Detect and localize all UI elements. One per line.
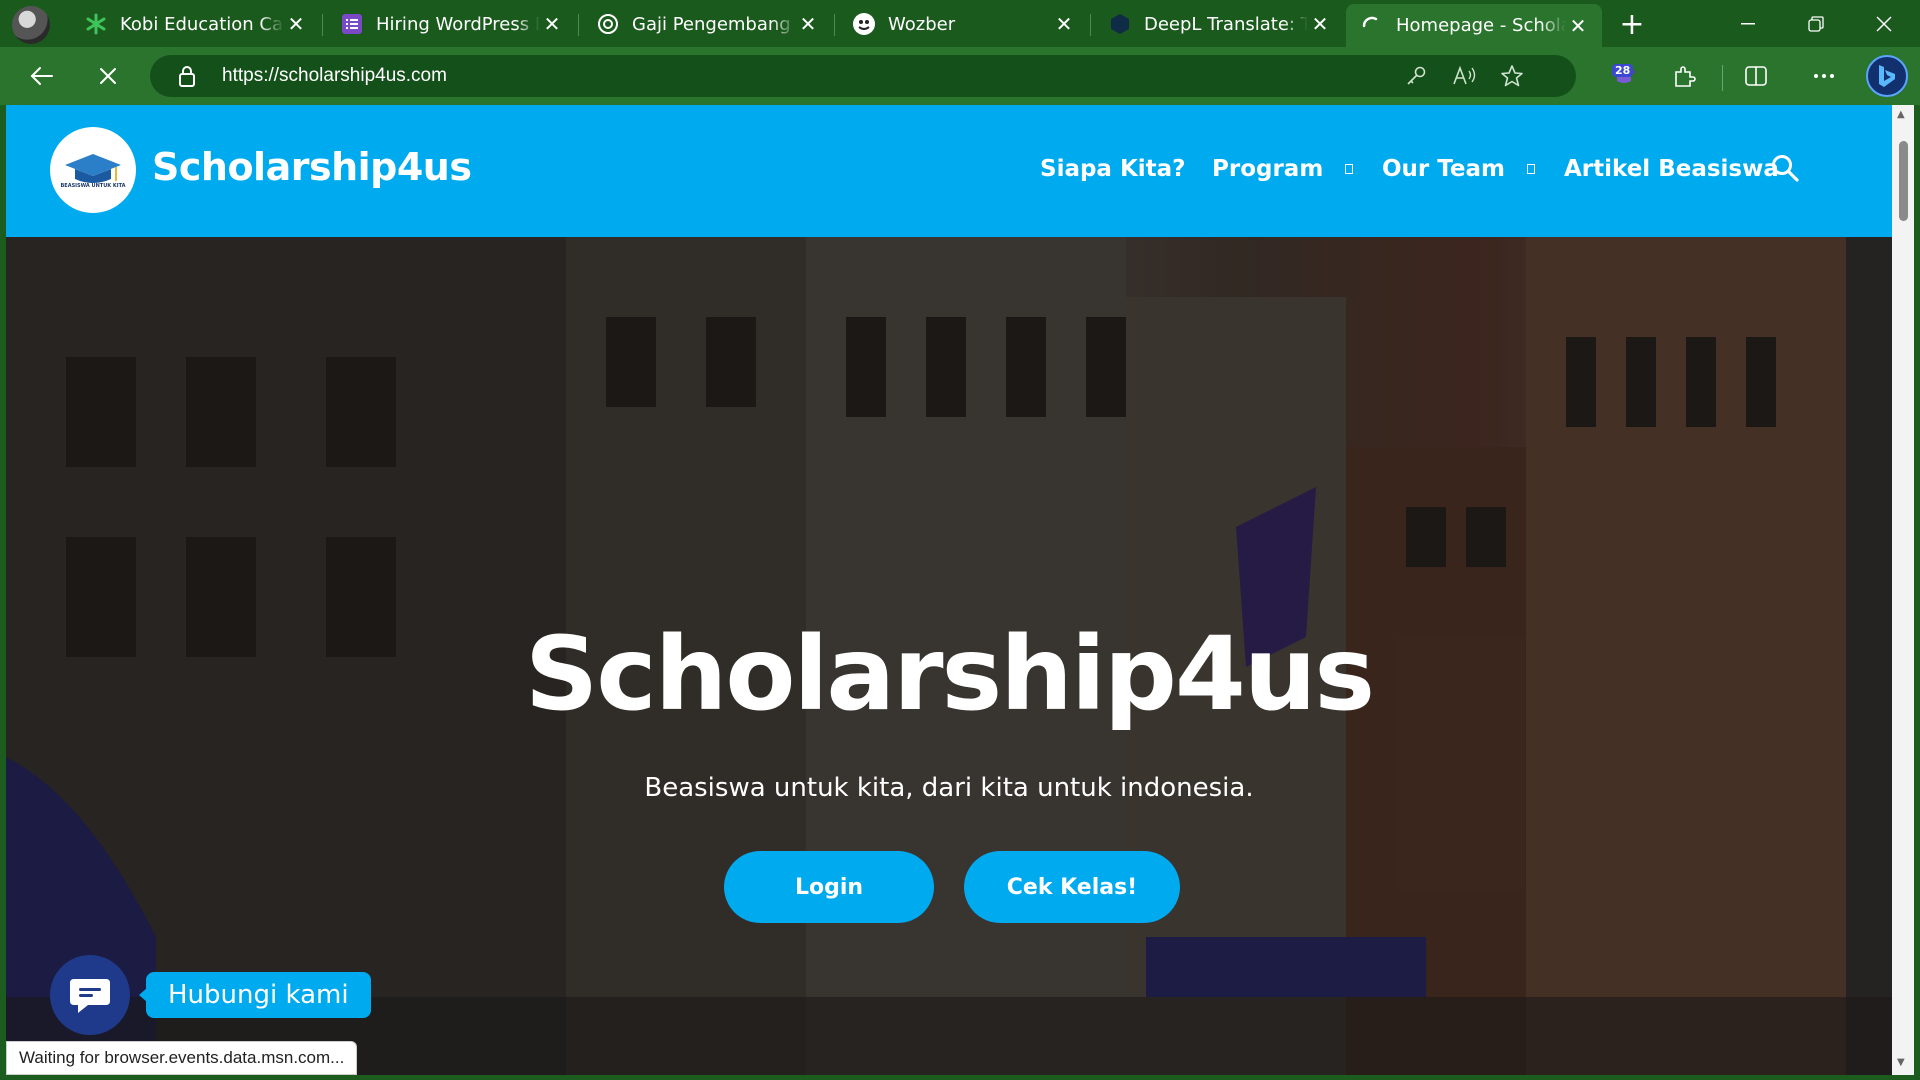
- read-aloud-icon[interactable]: [1450, 62, 1478, 90]
- toolbar-divider: [1722, 65, 1723, 91]
- nav-our-team[interactable]: Our Team: [1382, 156, 1535, 182]
- profile-avatar[interactable]: [12, 6, 50, 44]
- tab-separator: [1090, 14, 1091, 36]
- address-bar[interactable]: https://scholarship4us.com: [150, 55, 1576, 97]
- login-button[interactable]: Login: [724, 851, 934, 923]
- dropdown-caret-icon: [1345, 164, 1354, 174]
- scrollbar-thumb[interactable]: [1899, 141, 1908, 221]
- page-scrollbar[interactable]: ▲ ▼: [1892, 105, 1914, 1075]
- split-screen-icon[interactable]: [1738, 58, 1774, 94]
- tab-wozber[interactable]: Wozber ✕: [838, 6, 1088, 42]
- tab-scholarship-active[interactable]: Homepage - Scholarship4us ✕: [1346, 4, 1602, 47]
- scroll-down-arrow-icon[interactable]: ▼: [1897, 1057, 1905, 1068]
- tab-title: Homepage - Scholarship4us: [1396, 15, 1566, 36]
- nav-program[interactable]: Program: [1212, 156, 1354, 182]
- site-logo[interactable]: BEASISWA UNTUK KITA: [50, 127, 136, 213]
- minimize-button[interactable]: [1714, 0, 1782, 47]
- site-header: BEASISWA UNTUK KITA Scholarship4us Siapa…: [6, 105, 1892, 237]
- restore-button[interactable]: [1782, 0, 1850, 47]
- tab-gaji[interactable]: Gaji Pengembang Web ✕: [582, 6, 832, 42]
- lock-icon[interactable]: [178, 65, 196, 91]
- stop-loading-button[interactable]: [90, 58, 126, 94]
- tab-hiring[interactable]: Hiring WordPress Developer ✕: [326, 6, 576, 42]
- chat-widget-button[interactable]: [50, 955, 130, 1035]
- nav-label: Artikel Beasiswa: [1564, 156, 1779, 182]
- nav-label: Siapa Kita?: [1040, 156, 1186, 182]
- tab-separator: [834, 14, 835, 36]
- key-icon[interactable]: [1402, 62, 1430, 90]
- bing-icon: [1879, 65, 1895, 87]
- more-options-icon[interactable]: [1806, 58, 1842, 94]
- tab-deepl[interactable]: DeepL Translate: The ✕: [1094, 6, 1344, 42]
- extension-badge: 28: [1612, 64, 1634, 77]
- close-tab-icon[interactable]: ✕: [1052, 12, 1076, 36]
- browser-toolbar: https://scholarship4us.com: [0, 47, 1920, 105]
- back-button[interactable]: [24, 58, 60, 94]
- close-tab-icon[interactable]: ✕: [284, 12, 308, 36]
- list-form-icon: [340, 12, 364, 36]
- cek-kelas-button[interactable]: Cek Kelas!: [964, 851, 1180, 923]
- deepl-icon: [1108, 12, 1132, 36]
- tab-bar: Kobi Education Care ✕ Hiring WordPress D…: [0, 0, 1920, 47]
- chat-widget-label[interactable]: Hubungi kami: [139, 972, 371, 1018]
- site-title[interactable]: Scholarship4us: [152, 145, 472, 189]
- url-text[interactable]: https://scholarship4us.com: [222, 65, 447, 87]
- graduation-cap-icon: [65, 154, 121, 183]
- hero-section: Scholarship4us Beasiswa untuk kita, dari…: [6, 237, 1892, 1075]
- tab-title: Gaji Pengembang Web: [632, 13, 796, 35]
- tab-separator: [578, 14, 579, 36]
- favorite-star-icon[interactable]: [1498, 62, 1526, 90]
- scroll-up-arrow-icon[interactable]: ▲: [1897, 109, 1905, 120]
- nav-label: Our Team: [1382, 156, 1505, 182]
- nav-artikel-beasiswa[interactable]: Artikel Beasiswa: [1564, 156, 1779, 182]
- extensions-puzzle-icon[interactable]: [1666, 58, 1702, 94]
- tab-separator: [322, 14, 323, 36]
- search-icon[interactable]: [1770, 153, 1802, 185]
- chat-icon: [70, 979, 110, 1013]
- wozber-icon: [852, 12, 876, 36]
- tab-title: Kobi Education Care: [120, 13, 284, 35]
- hero-title: Scholarship4us: [524, 615, 1375, 734]
- openai-icon: [596, 12, 620, 36]
- tab-title: Hiring WordPress Developer: [376, 13, 540, 35]
- logo-text: BEASISWA UNTUK KITA: [60, 183, 126, 189]
- hero-subtitle: Beasiswa untuk kita, dari kita untuk ind…: [644, 773, 1254, 803]
- loading-spinner-icon: [1360, 14, 1384, 38]
- new-tab-button[interactable]: +: [1614, 6, 1650, 42]
- nav-label: Program: [1212, 156, 1324, 182]
- browser-status-bar: Waiting for browser.events.data.msn.com.…: [6, 1041, 358, 1075]
- dropdown-caret-icon: [1527, 164, 1535, 174]
- tab-kobi[interactable]: Kobi Education Care ✕: [70, 6, 320, 42]
- bing-copilot-button[interactable]: [1866, 55, 1908, 97]
- nav-siapa-kita[interactable]: Siapa Kita?: [1040, 156, 1186, 182]
- tab-title: DeepL Translate: The: [1144, 13, 1308, 35]
- close-tab-icon[interactable]: ✕: [796, 12, 820, 36]
- close-window-button[interactable]: [1850, 0, 1918, 47]
- close-tab-icon[interactable]: ✕: [540, 12, 564, 36]
- tab-title: Wozber: [888, 13, 956, 35]
- web-viewport: BEASISWA UNTUK KITA Scholarship4us Siapa…: [6, 105, 1892, 1075]
- close-tab-icon[interactable]: ✕: [1566, 14, 1590, 38]
- close-tab-icon[interactable]: ✕: [1308, 12, 1332, 36]
- asterisk-icon: [84, 12, 108, 36]
